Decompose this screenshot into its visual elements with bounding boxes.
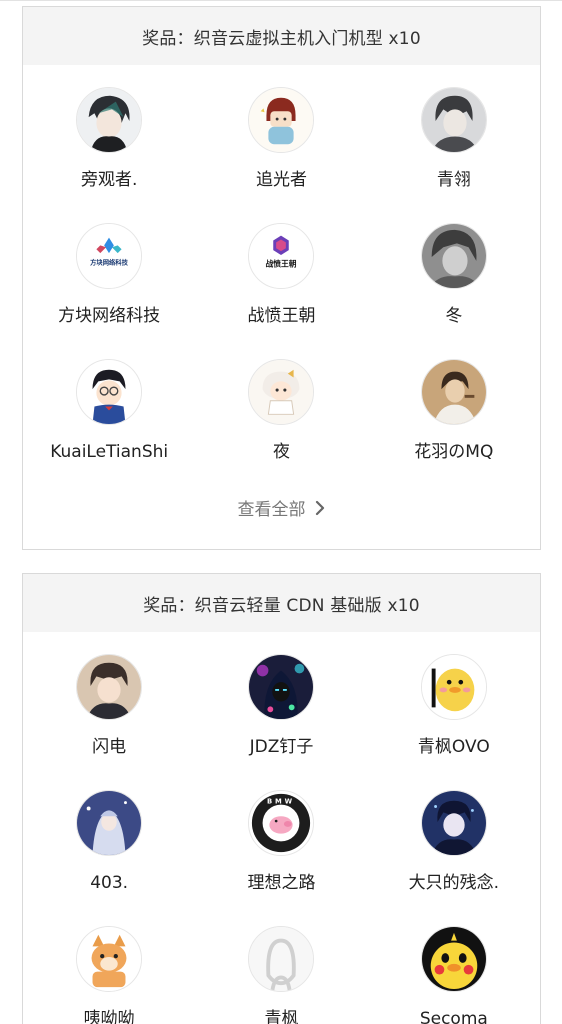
bmw-peppa-avatar-icon: BMW	[248, 790, 315, 856]
winner-name: 旁观者.	[80, 170, 138, 190]
logo-text: BMW	[267, 798, 295, 806]
logo-text: 战愤王朝	[266, 259, 297, 269]
prize-card-cdn: 奖品：织音云轻量 CDN 基础版 x10 闪电 JDZ钉子 青枫OVO 403.	[22, 573, 541, 1024]
neon-hooded-figure-avatar-icon	[248, 654, 315, 720]
grey-portrait-avatar-icon	[420, 223, 487, 289]
winner-name: 青枫OVO	[417, 737, 490, 757]
winner-name: 理想之路	[247, 873, 316, 893]
winner-name: 方块网络科技	[58, 306, 161, 326]
winner-item[interactable]: JDZ钉子	[195, 654, 367, 790]
winner-item[interactable]: BMW 理想之路	[195, 790, 367, 926]
chibi-girl-avatar-icon	[248, 359, 315, 425]
chevron-right-icon	[315, 500, 324, 515]
cartoon-kid-avatar-icon	[248, 87, 315, 153]
winner-item[interactable]: 大只的残念.	[368, 790, 540, 926]
prize-card-hosting: 奖品：织音云虚拟主机入门机型 x10 旁观者. 追光者 青翎 方块网络科技 方块…	[22, 6, 541, 550]
winner-name: 大只的残念.	[408, 873, 500, 893]
winner-name: 战愤王朝	[247, 306, 316, 326]
default-profile-avatar-icon	[248, 926, 315, 992]
logo-text: 方块网络科技	[90, 258, 128, 267]
anime-boy-dark-hair-avatar-icon	[76, 87, 143, 153]
winner-item[interactable]: 闪电	[23, 654, 195, 790]
winner-name: 青翎	[436, 170, 471, 190]
winner-name: 闪电	[92, 737, 127, 757]
winner-item[interactable]: 冬	[368, 223, 540, 359]
yellow-bird-avatar-icon	[420, 926, 487, 992]
winner-item[interactable]: 青枫OVO	[368, 654, 540, 790]
winner-grid: 旁观者. 追光者 青翎 方块网络科技 方块网络科技 战愤王朝 战愤王朝 冬 Ku…	[23, 65, 540, 495]
winner-grid: 闪电 JDZ钉子 青枫OVO 403. BMW 理想之路 大只的残念. 咦呦呦 …	[23, 632, 540, 1024]
anime-boy-avatar-icon	[76, 654, 143, 720]
prize-title: 奖品：织音云虚拟主机入门机型 x10	[23, 7, 540, 65]
winner-name: 冬	[445, 306, 463, 326]
winner-item[interactable]: 战愤王朝 战愤王朝	[195, 223, 367, 359]
winner-item[interactable]: 403.	[23, 790, 195, 926]
detective-boy-avatar-icon	[76, 359, 143, 425]
cat-avatar-icon	[76, 926, 143, 992]
winner-item[interactable]: Secoma	[368, 926, 540, 1024]
zhanfen-logo-avatar-icon: 战愤王朝	[248, 223, 315, 289]
winner-item[interactable]: KuaiLeTianShi	[23, 359, 195, 495]
winner-name: 403.	[90, 873, 129, 893]
winner-item[interactable]: 青翎	[368, 87, 540, 223]
anime-boy-sketch-avatar-icon	[420, 87, 487, 153]
winner-item[interactable]: 追光者	[195, 87, 367, 223]
view-all-label: 查看全部	[237, 500, 306, 520]
anime-boy-blue-avatar-icon	[420, 790, 487, 856]
winner-name: JDZ钉子	[249, 737, 314, 757]
winner-item[interactable]: 咦呦呦	[23, 926, 195, 1024]
winner-name: KuaiLeTianShi	[50, 442, 169, 462]
winner-name: Secoma	[419, 1009, 488, 1024]
winner-name: 咦呦呦	[83, 1009, 135, 1024]
winner-item[interactable]: 夜	[195, 359, 367, 495]
winner-item[interactable]: 花羽のMQ	[368, 359, 540, 495]
winner-item[interactable]: 方块网络科技 方块网络科技	[23, 223, 195, 359]
prize-title: 奖品：织音云轻量 CDN 基础版 x10	[23, 574, 540, 632]
winner-name: 青枫	[264, 1009, 299, 1024]
winner-item[interactable]: 旁观者.	[23, 87, 195, 223]
winner-name: 花羽のMQ	[414, 442, 494, 462]
top-divider	[0, 0, 562, 1]
sepia-portrait-avatar-icon	[420, 359, 487, 425]
fangkuai-logo-avatar-icon: 方块网络科技	[76, 223, 143, 289]
yellow-duck-avatar-icon	[420, 654, 487, 720]
view-all-link[interactable]: 查看全部	[23, 495, 540, 520]
winner-name: 追光者	[255, 170, 307, 190]
winner-item[interactable]: 青枫	[195, 926, 367, 1024]
winner-name: 夜	[272, 442, 290, 462]
anime-girl-blue-avatar-icon	[76, 790, 143, 856]
